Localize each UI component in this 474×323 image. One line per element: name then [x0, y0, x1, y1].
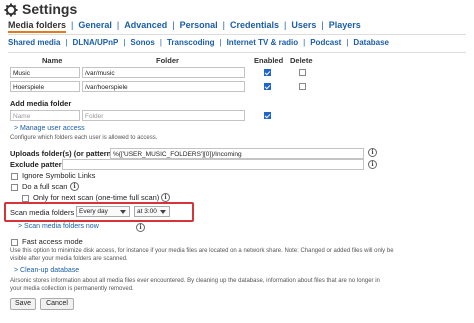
scan-frequency-select[interactable]: Every day: [76, 206, 130, 217]
chevron-down-icon: [120, 210, 126, 214]
ignore-symlinks-checkbox[interactable]: [11, 173, 18, 180]
tab-separator: |: [71, 20, 74, 30]
tab-separator: |: [284, 20, 287, 30]
exclude-pattern-input[interactable]: [62, 159, 364, 170]
enabled-checkbox[interactable]: [264, 69, 271, 76]
save-button[interactable]: Save: [10, 298, 36, 310]
tab-separator: |: [172, 20, 175, 30]
tab-separator: |: [219, 38, 222, 47]
fast-access-hint: visible after your media folders are sca…: [10, 256, 128, 262]
tab-personal[interactable]: Personal: [180, 20, 218, 30]
delete-checkbox[interactable]: [299, 69, 306, 76]
add-media-folder-label: Add media folder: [10, 99, 72, 108]
tab-media-folders[interactable]: Media folders: [8, 20, 67, 33]
chevron-right-icon: >: [14, 125, 19, 132]
tab-separator: |: [222, 20, 225, 30]
info-icon[interactable]: i: [136, 223, 145, 232]
cancel-button[interactable]: Cancel: [40, 298, 74, 310]
tab-credentials[interactable]: Credentials: [230, 20, 279, 30]
scan-time-value: at 3:00: [137, 208, 157, 215]
tab-users[interactable]: Users: [291, 20, 316, 30]
manage-user-access-link[interactable]: > Manage user access: [14, 125, 85, 132]
exclude-pattern-label: Exclude pattern: [10, 160, 67, 169]
info-icon[interactable]: i: [368, 148, 377, 157]
cleanup-database-link[interactable]: > Clean-up database: [14, 267, 79, 274]
tab-separator: |: [346, 38, 349, 47]
tab-separator: |: [123, 38, 126, 47]
chevron-right-icon: >: [14, 267, 19, 274]
tabs-row-2: Shared media | DLNA/UPnP | Sonos | Transcoding…: [8, 38, 474, 52]
full-scan-label: Do a full scan: [22, 182, 68, 191]
folder-path-input[interactable]: /var/hoerspiele: [82, 81, 245, 92]
folder-name-input[interactable]: Music: [10, 67, 80, 78]
tabs-row-1: Media folders | General | Advanced | Personal |…: [8, 20, 474, 34]
tab-dlna-upnp[interactable]: DLNA/UPnP: [73, 38, 119, 47]
uploads-folder-input[interactable]: %{['USER_MUSIC_FOLDERS'][0]}/Incoming: [110, 148, 364, 159]
new-folder-enabled-checkbox[interactable]: [264, 112, 271, 119]
info-icon[interactable]: i: [161, 193, 170, 202]
new-folder-name-input[interactable]: Name: [10, 110, 80, 121]
uploads-folder-label: Uploads folder(s) (or pattern): [10, 149, 114, 158]
tab-podcast[interactable]: Podcast: [310, 38, 341, 47]
next-scan-only-checkbox[interactable]: [22, 195, 29, 202]
tab-internet-tv-radio[interactable]: Internet TV & radio: [227, 38, 299, 47]
column-header-delete: Delete: [290, 56, 313, 65]
scan-now-link[interactable]: > Scan media folders now: [18, 223, 99, 230]
column-header-name: Name: [42, 56, 63, 65]
folder-path-input[interactable]: /var/music: [82, 67, 245, 78]
delete-checkbox[interactable]: [299, 83, 306, 90]
enabled-checkbox[interactable]: [264, 83, 271, 90]
tabs-divider: [8, 52, 466, 53]
cleanup-hint: Airsonic stores information about all me…: [10, 278, 380, 284]
tab-database[interactable]: Database: [353, 38, 389, 47]
next-scan-only-label: Only for next scan (one-time full scan): [33, 193, 160, 202]
page-title: Settings: [22, 1, 78, 17]
info-icon[interactable]: i: [368, 160, 377, 169]
info-icon[interactable]: i: [70, 182, 79, 191]
column-header-enabled: Enabled: [254, 56, 284, 65]
tab-sonos[interactable]: Sonos: [130, 38, 154, 47]
ignore-symlinks-label: Ignore Symbolic Links: [22, 171, 96, 180]
tab-separator: |: [321, 20, 324, 30]
cleanup-hint: your media collection is permanently rem…: [10, 286, 134, 292]
tab-shared-media[interactable]: Shared media: [8, 38, 60, 47]
manage-user-access-label: Manage user access: [20, 125, 85, 132]
fast-access-checkbox[interactable]: [11, 239, 18, 246]
scan-now-label: Scan media folders now: [24, 223, 99, 230]
cleanup-database-label: Clean-up database: [20, 267, 80, 274]
scan-frequency-value: Every day: [79, 208, 108, 215]
tab-transcoding[interactable]: Transcoding: [167, 38, 215, 47]
tab-advanced[interactable]: Advanced: [124, 20, 167, 30]
tab-players[interactable]: Players: [329, 20, 361, 30]
column-header-folder: Folder: [156, 56, 179, 65]
scan-media-folders-label: Scan media folders: [10, 208, 75, 217]
tab-separator: |: [65, 38, 68, 47]
fast-access-label: Fast access mode: [22, 237, 83, 246]
chevron-down-icon: [160, 210, 166, 214]
tabs-divider: [8, 34, 466, 35]
new-folder-path-input[interactable]: Folder: [82, 110, 245, 121]
tab-separator: |: [116, 20, 120, 30]
scan-time-select[interactable]: at 3:00: [134, 206, 170, 217]
tab-general[interactable]: General: [78, 20, 112, 30]
manage-user-access-hint: Configure which folders each user is all…: [10, 135, 158, 141]
chevron-right-icon: >: [18, 223, 23, 230]
fast-access-hint: Use this option to minimize disk access,…: [10, 248, 394, 254]
full-scan-checkbox[interactable]: [11, 184, 18, 191]
folder-name-input[interactable]: Hoerspiele: [10, 81, 80, 92]
tab-separator: |: [303, 38, 306, 47]
tab-separator: |: [159, 38, 162, 47]
gear-icon: [4, 3, 18, 17]
